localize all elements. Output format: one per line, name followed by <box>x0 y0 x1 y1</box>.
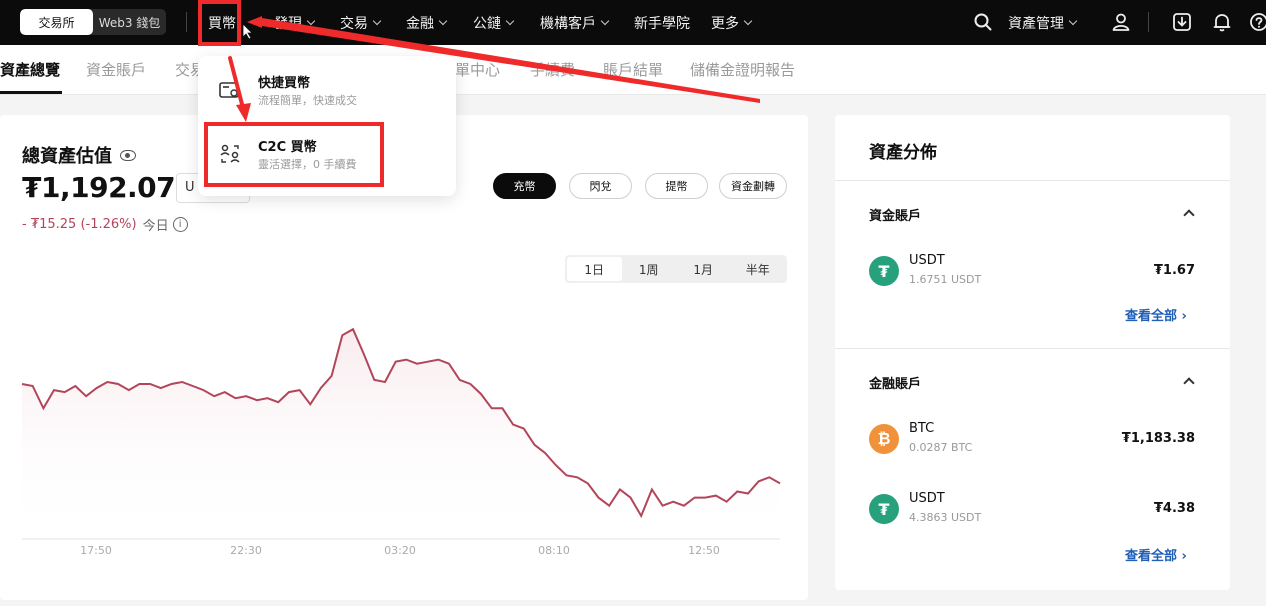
people-exchange-icon <box>220 144 240 163</box>
nav-chain[interactable]: 公鏈 <box>473 13 515 33</box>
x-tick-label: 17:50 <box>80 544 112 557</box>
asset-amount: 4.3863 USDT <box>909 511 982 524</box>
chevron-down-icon <box>505 16 515 26</box>
chevron-up-icon[interactable] <box>1183 377 1195 389</box>
tab-fees[interactable]: 手續費 <box>530 59 575 80</box>
x-tick-label: 03:20 <box>384 544 416 557</box>
active-tab-indicator <box>0 91 62 94</box>
asset-value: ₮1.67 <box>1153 263 1195 278</box>
nav-discover[interactable]: 發現 <box>274 13 316 33</box>
x-tick-label: 08:10 <box>538 544 570 557</box>
x-tick-label: 22:30 <box>230 544 262 557</box>
tab-statements[interactable]: 賬戶結單 <box>603 59 663 80</box>
bell-icon[interactable] <box>1211 11 1233 33</box>
asset-value: ₮1,183.38 <box>1121 431 1195 446</box>
tab-proof-of-reserves[interactable]: 儲備金證明報告 <box>690 59 795 80</box>
search-icon[interactable] <box>972 11 994 33</box>
asset-name: USDT <box>909 253 945 268</box>
withdraw-button[interactable]: 提幣 <box>645 173 708 199</box>
asset-distribution-card: 資產分佈 資金賬戶 ₮ USDT 1.6751 USDT ₮1.67 查看全部 … <box>835 115 1230 590</box>
range-1m[interactable]: 1月 <box>676 257 731 281</box>
asset-name: BTC <box>909 421 935 436</box>
buy-crypto-dropdown: 快捷買幣 流程簡單，快速成交 C2C 買幣 靈活選擇，0 手續費 <box>198 56 456 196</box>
user-icon[interactable] <box>1110 11 1132 33</box>
download-icon[interactable] <box>1171 11 1193 33</box>
chevron-down-icon <box>306 16 316 26</box>
tab-asset-overview[interactable]: 資產總覽 <box>0 59 60 80</box>
deposit-button[interactable]: 充幣 <box>493 173 556 199</box>
tether-icon: ₮ <box>869 494 899 524</box>
time-range-selector: 1日 1周 1月 半年 <box>565 255 787 283</box>
chevron-up-icon[interactable] <box>1183 209 1195 221</box>
info-icon[interactable]: i <box>172 217 188 232</box>
menu-item-desc: 靈活選擇，0 手續費 <box>258 158 357 171</box>
eye-icon[interactable] <box>120 149 136 161</box>
nav-asset-management[interactable]: 資產管理 <box>1008 13 1078 33</box>
x-tick-label: 12:50 <box>688 544 720 557</box>
menu-item-c2c-buy[interactable]: C2C 買幣 靈活選擇，0 手續費 <box>218 134 448 180</box>
tether-icon: ₮ <box>869 256 899 286</box>
asset-row[interactable]: ₮ USDT 4.3863 USDT ₮4.38 <box>869 491 1199 531</box>
bitcoin-icon: ₿ <box>869 424 899 454</box>
chevron-down-icon <box>372 16 382 26</box>
menu-item-title: C2C 買幣 <box>258 140 317 155</box>
total-asset-amount: ₮1,192.07 <box>22 171 176 204</box>
exchange-wallet-switch: 交易所 Web3 錢包 <box>20 9 166 35</box>
funding-account-title: 資金賬戶 <box>869 209 922 224</box>
help-icon[interactable] <box>1248 11 1266 33</box>
nav-finance[interactable]: 金融 <box>406 13 448 33</box>
menu-item-title: 快捷買幣 <box>258 76 311 91</box>
tab-funding-account[interactable]: 資金賬戶 <box>86 59 146 80</box>
asset-amount: 1.6751 USDT <box>909 273 982 286</box>
menu-item-desc: 流程簡單，快速成交 <box>258 94 357 107</box>
nav-institutional[interactable]: 機構客戶 <box>540 13 610 33</box>
daily-change: - ₮15.25 (-1.26%) 今日 i <box>22 215 188 234</box>
distribution-title: 資產分佈 <box>869 143 937 163</box>
asset-value: ₮4.38 <box>1153 501 1195 516</box>
nav-academy[interactable]: 新手學院 <box>634 13 690 33</box>
total-assets-title: 總資產估值 <box>22 142 136 168</box>
top-nav: 交易所 Web3 錢包 買幣 發現 交易 金融 公鏈 機構客戶 新手學院 更多 … <box>0 0 1266 45</box>
nav-more[interactable]: 更多 <box>711 13 753 33</box>
exchange-tab[interactable]: 交易所 <box>20 9 93 35</box>
view-all-finance-link[interactable]: 查看全部 › <box>1125 545 1187 564</box>
asset-amount: 0.0287 BTC <box>909 441 973 454</box>
nav-buy-crypto[interactable]: 買幣 <box>208 13 236 33</box>
nav-divider <box>1148 12 1149 32</box>
card-icon <box>219 82 239 98</box>
nav-divider <box>186 12 187 32</box>
asset-row[interactable]: ₿ BTC 0.0287 BTC ₮1,183.38 <box>869 421 1199 461</box>
convert-button[interactable]: 閃兌 <box>569 173 632 199</box>
finance-account-title: 金融賬戶 <box>869 377 922 392</box>
web3-wallet-tab[interactable]: Web3 錢包 <box>93 9 166 35</box>
range-1d[interactable]: 1日 <box>567 257 622 281</box>
range-6m[interactable]: 半年 <box>731 257 786 281</box>
transfer-button[interactable]: 資金劃轉 <box>719 173 787 199</box>
chevron-down-icon <box>743 16 753 26</box>
asset-row[interactable]: ₮ USDT 1.6751 USDT ₮1.67 <box>869 253 1199 293</box>
range-1w[interactable]: 1周 <box>622 257 677 281</box>
chevron-down-icon <box>1068 16 1078 26</box>
account-subnav: 資產總覽 資金賬戶 交易 訂單中心 手續費 賬戶結單 儲備金證明報告 <box>0 45 1266 95</box>
menu-item-quick-buy[interactable]: 快捷買幣 流程簡單，快速成交 <box>218 70 448 116</box>
chevron-down-icon <box>600 16 610 26</box>
asset-name: USDT <box>909 491 945 506</box>
view-all-funding-link[interactable]: 查看全部 › <box>1125 305 1187 324</box>
chevron-down-icon <box>438 16 448 26</box>
divider <box>835 180 1230 181</box>
divider <box>835 348 1230 349</box>
nav-trade[interactable]: 交易 <box>340 13 382 33</box>
